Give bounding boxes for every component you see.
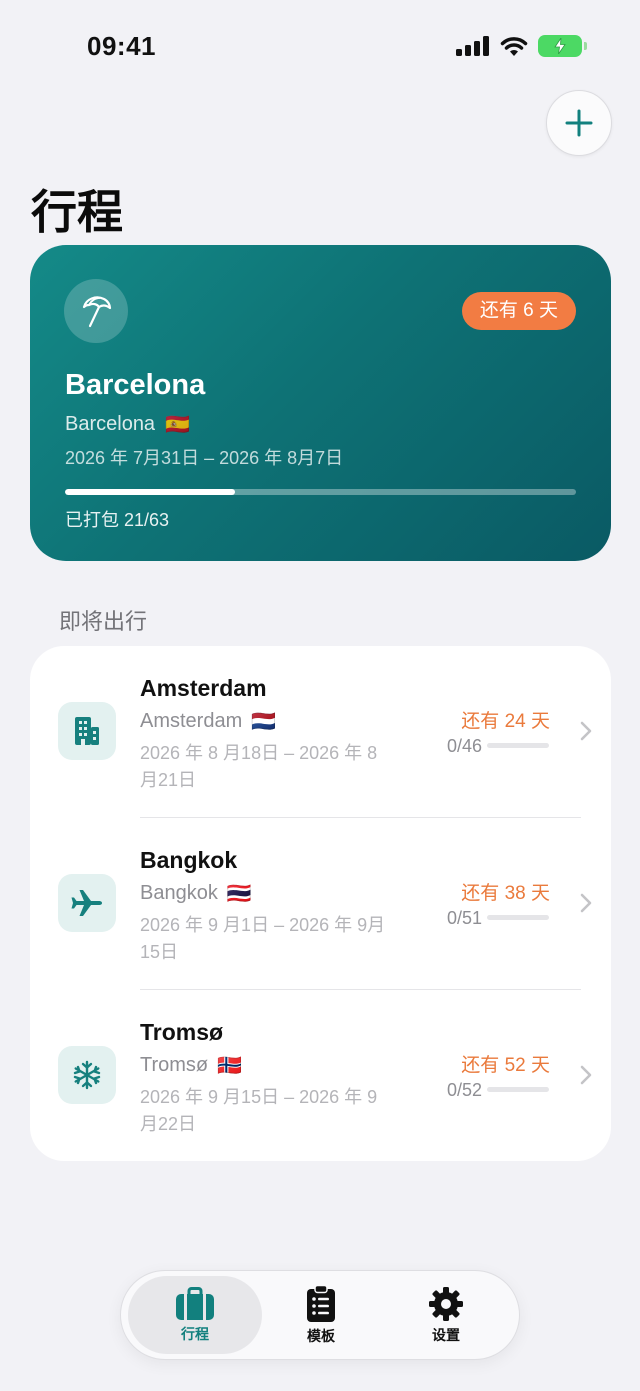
trip-packed-count: 0/46 [446,736,482,756]
add-trip-button[interactable] [546,90,612,156]
page-title: 行程 [31,186,123,238]
upcoming-trip-list: Amsterdam Amsterdam 🇳🇱 2026 年 8 月18日 – 2… [30,646,611,1161]
trip-dates: 2026 年 9 月15日 – 2026 年 9月22日 [140,1087,378,1134]
trip-icon-container [58,1046,116,1104]
status-icons [456,35,587,57]
battery-icon [538,35,587,57]
trip-destination: Amsterdam 🇳🇱 [140,709,276,734]
status-bar: 09:41 [0,0,640,95]
trip-icon-container [58,874,116,932]
hero-destination-label: Barcelona [65,413,156,435]
trip-packing-progress [487,743,549,748]
current-trip-card[interactable]: 还有 6 天 Barcelona Barcelona 🇪🇸 2026 年 7月3… [30,245,611,561]
trip-countdown: 还有 52 天 [461,1055,550,1076]
flag-icon: 🇹🇭 [226,883,252,905]
trip-dates: 2026 年 9 月1日 – 2026 年 9月15日 [140,915,386,962]
hero-dates: 2026 年 7月31日 – 2026 年 8月7日 [65,448,344,468]
plus-icon [565,109,593,137]
tab-label: 设置 [432,1326,460,1343]
checklist-icon [307,1284,335,1322]
hero-countdown-badge: 还有 6 天 [461,292,576,330]
trip-destination-label: Amsterdam [140,710,243,732]
cellular-signal-icon [456,36,489,56]
flag-icon: 🇪🇸 [165,414,190,436]
trip-row-tromso[interactable]: Tromsø Tromsø 🇳🇴 2026 年 9 月15日 – 2026 年 … [30,990,611,1161]
trip-packed-count: 0/52 [446,1080,482,1100]
trip-dates: 2026 年 8 月18日 – 2026 年 8月21日 [140,743,378,790]
tab-trips[interactable]: 行程 [128,1276,262,1354]
trip-destination: Tromsø 🇳🇴 [140,1053,242,1078]
trip-destination: Bangkok 🇹🇭 [140,881,252,906]
chevron-right-icon [580,1065,592,1085]
trip-packed-count: 0/51 [446,908,482,928]
tab-bar: 行程 模板 设置 [120,1270,520,1360]
trip-countdown: 还有 38 天 [461,883,550,904]
trip-row-amsterdam[interactable]: Amsterdam Amsterdam 🇳🇱 2026 年 8 月18日 – 2… [30,646,611,818]
hero-destination: Barcelona 🇪🇸 [65,412,190,437]
trip-name: Tromsø [140,1019,224,1045]
chevron-right-icon [580,893,592,913]
hero-packing-progress [65,489,576,495]
suitcase-icon [176,1286,214,1320]
trip-name: Amsterdam [140,675,267,701]
wifi-icon [500,36,528,56]
building-icon [75,717,99,745]
airplane-icon [71,890,102,916]
flag-icon: 🇳🇱 [251,711,277,733]
hero-icon-container [64,279,128,343]
gear-icon [429,1286,463,1321]
trip-countdown: 还有 24 天 [461,711,550,732]
trip-name: Bangkok [140,847,238,873]
trip-destination-label: Bangkok [140,882,218,904]
trip-icon-container [58,702,116,760]
tab-templates[interactable]: 模板 [254,1276,388,1354]
snowflake-icon [73,1060,101,1090]
status-time: 09:41 [87,31,156,61]
hero-trip-title: Barcelona [65,369,206,401]
section-title-upcoming: 即将出行 [59,609,148,634]
trip-packing-progress [487,1087,549,1092]
hero-packed-label: 已打包 21/63 [65,510,170,530]
trip-row-bangkok[interactable]: Bangkok Bangkok 🇹🇭 2026 年 9 月1日 – 2026 年… [30,818,611,990]
hero-packing-progress-fill [65,489,236,495]
charging-bolt-icon [554,38,566,54]
tab-label: 模板 [307,1327,335,1344]
chevron-right-icon [580,721,592,741]
trip-destination-label: Tromsø [140,1054,209,1076]
trip-packing-progress [487,915,549,920]
beach-umbrella-icon [82,296,112,328]
flag-icon: 🇳🇴 [217,1055,243,1077]
tab-settings[interactable]: 设置 [379,1276,513,1354]
tab-label: 行程 [181,1325,209,1342]
